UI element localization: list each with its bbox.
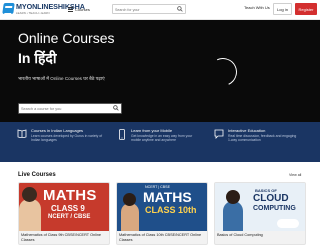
search-icon — [113, 105, 119, 111]
feature-indian-languages: Courses in Indian Languages Learn course… — [17, 128, 107, 154]
thumb-title: CLOUD — [253, 193, 289, 204]
feature-interactive: Interactive Education Real time discussi… — [214, 128, 310, 154]
thumb-subtitle: CLASS 10th — [145, 205, 197, 215]
course-title: Basics of Cloud Computing — [217, 233, 263, 237]
hero-search-button[interactable] — [111, 104, 121, 113]
thumb-title: MATHS — [43, 187, 97, 204]
course-thumbnail: BASICS OF CLOUD COMPUTING — [215, 183, 305, 231]
chat-icon — [214, 129, 224, 139]
book-icon — [17, 129, 27, 138]
cloud-icon — [277, 219, 299, 228]
features-strip: Courses in Indian Languages Learn course… — [0, 122, 320, 162]
hero-search — [18, 103, 122, 114]
instructor-photo — [19, 187, 41, 231]
thumb-tag: NCERT / CBSE — [48, 214, 91, 220]
site-logo[interactable]: MYONLINESHIKSHA LEARN • TEACH • EARN — [2, 2, 85, 17]
thumb-title: MATHS — [143, 189, 192, 205]
loading-spinner-icon — [205, 54, 241, 90]
search-icon[interactable] — [177, 6, 183, 12]
courses-menu-label: Courses — [75, 6, 90, 12]
course-card[interactable]: NCERT | CBSE MATHS CLASS 10th Mathematic… — [116, 182, 208, 245]
hero-title-hindi: In हिंदी — [18, 50, 57, 66]
instructor-photo — [121, 193, 139, 231]
course-title: Mathematics of Class 10th CBSE/NCERT Onl… — [119, 233, 202, 242]
course-title: Mathematics of Class 9th CBSE/NCERT Onli… — [21, 233, 102, 242]
logo-tagline: LEARN • TEACH • EARN — [16, 11, 50, 15]
feature-title: Interactive Education — [228, 128, 266, 133]
feature-desc: Learn courses developed by Gurus in vari… — [31, 134, 103, 142]
live-courses-section: Live Courses View all MATHS CLASS 9 NCER… — [0, 162, 320, 245]
header-search — [112, 4, 186, 14]
feature-desc: Real time discussion, feedback and engag… — [228, 134, 297, 142]
login-button[interactable]: Log in — [273, 3, 292, 15]
site-header: MYONLINESHIKSHA LEARN • TEACH • EARN Cou… — [0, 0, 320, 20]
course-thumbnail: NCERT | CBSE MATHS CLASS 10th — [117, 183, 207, 231]
logo-mark-icon — [2, 3, 15, 14]
hero-search-input[interactable] — [21, 105, 107, 113]
feature-title: Courses in Indian Languages — [31, 128, 84, 133]
courses-menu[interactable]: Courses — [68, 4, 90, 14]
feature-desc: Get knowledge in an easy way from your m… — [131, 134, 193, 142]
feature-mobile: Learn from your Mobile Get knowledge in … — [117, 128, 207, 154]
thumb-subtitle: CLASS 9 — [51, 204, 85, 213]
course-thumbnail: MATHS CLASS 9 NCERT / CBSE — [19, 183, 109, 231]
register-button[interactable]: Register — [295, 3, 317, 15]
hero-title: Online Courses — [18, 30, 115, 46]
course-card[interactable]: MATHS CLASS 9 NCERT / CBSE Mathematics o… — [18, 182, 110, 245]
header-search-input[interactable] — [115, 6, 173, 13]
thumb-subtitle: COMPUTING — [253, 205, 296, 212]
course-card[interactable]: BASICS OF CLOUD COMPUTING Basics of Clou… — [214, 182, 306, 245]
hamburger-icon — [68, 6, 73, 12]
teach-with-us-link[interactable]: Teach With Us — [244, 5, 270, 10]
view-all-link[interactable]: View all — [289, 173, 301, 177]
hero-subtitle: भारतीय भाषाओं में Online Courses घर बैठे… — [18, 76, 105, 81]
feature-title: Learn from your Mobile — [131, 128, 173, 133]
hero-banner: Online Courses In हिंदी भारतीय भाषाओं मे… — [0, 20, 320, 122]
instructor-photo — [223, 190, 243, 231]
section-title: Live Courses — [18, 172, 56, 178]
mobile-icon — [119, 129, 125, 140]
